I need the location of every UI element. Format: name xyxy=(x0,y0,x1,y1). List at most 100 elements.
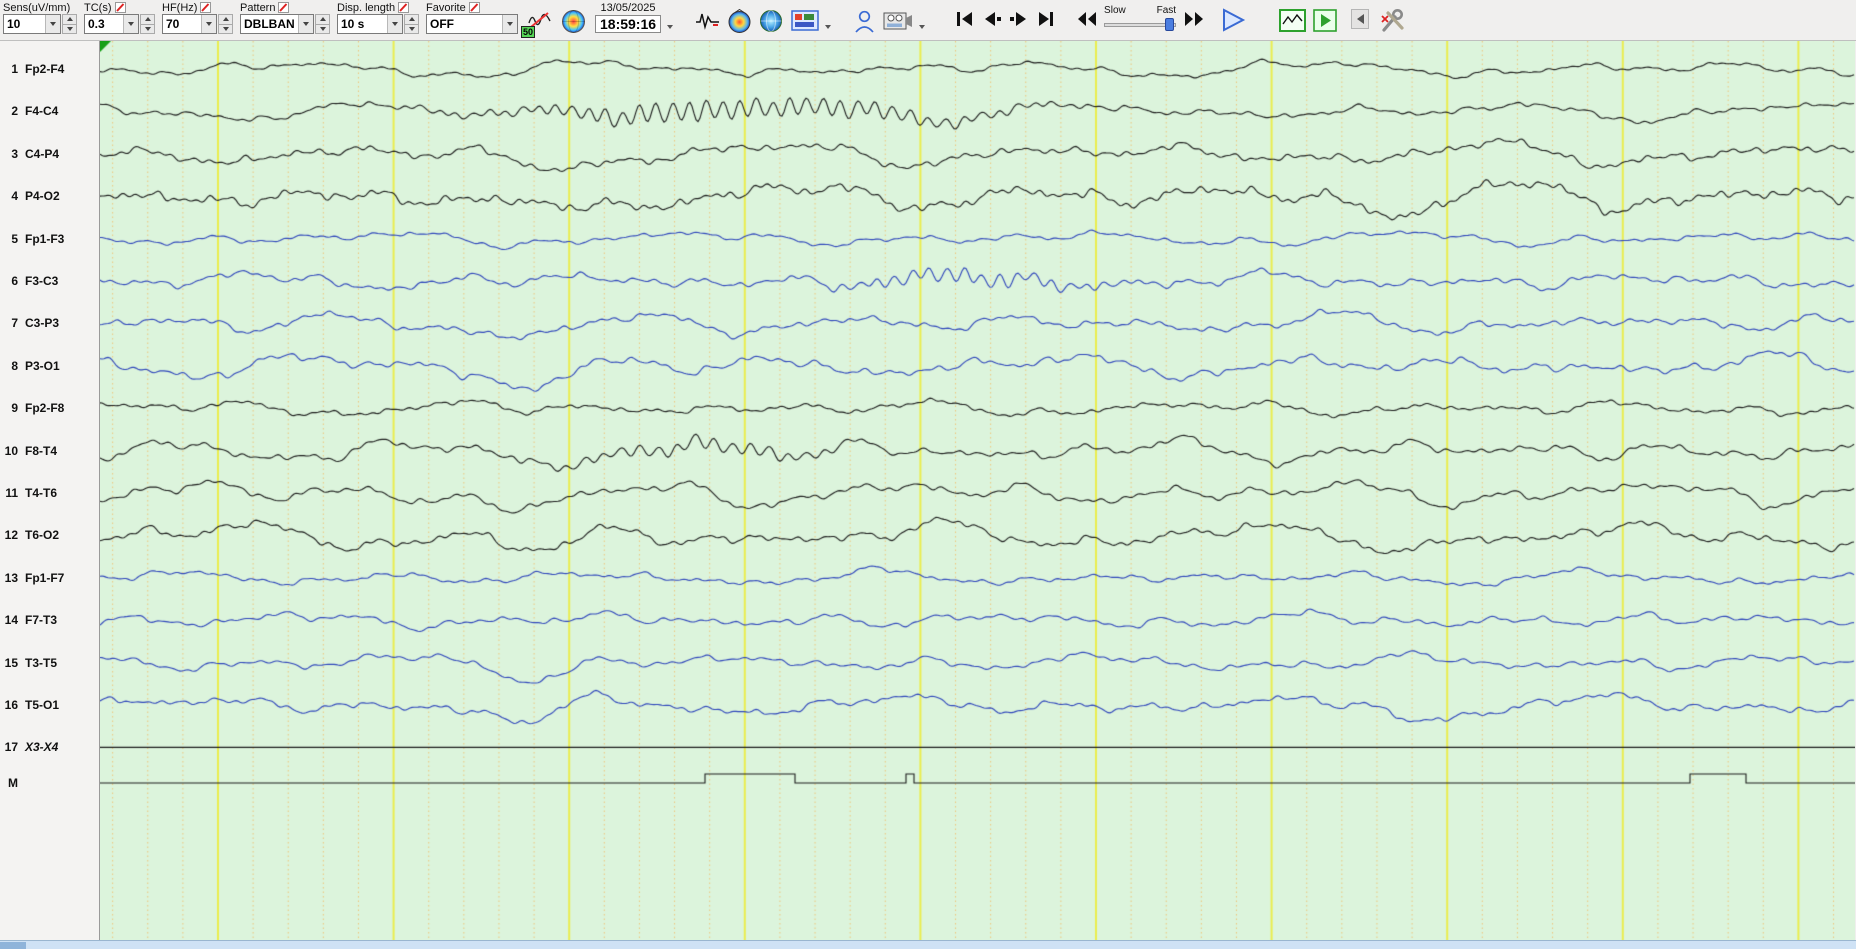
channel-row[interactable]: 1 Fp2-F4 xyxy=(0,61,100,77)
skip-to-end-button[interactable] xyxy=(1032,8,1059,30)
horizontal-scrollbar[interactable] xyxy=(0,940,1856,949)
channel-row[interactable]: M xyxy=(0,775,100,791)
channel-row[interactable]: 4 P4-O2 xyxy=(0,188,100,204)
single-trace-button[interactable] xyxy=(693,7,721,33)
spin-down-icon[interactable] xyxy=(62,24,77,34)
tc-label: TC(s) xyxy=(84,1,112,14)
skip-to-end-icon xyxy=(1038,12,1053,26)
channel-row[interactable]: 12 T6-O2 xyxy=(0,527,100,543)
channel-row[interactable]: 2 F4-C4 xyxy=(0,103,100,119)
pattern-select[interactable]: DBLBAN xyxy=(240,14,314,34)
channel-row[interactable]: 16 T5-O1 xyxy=(0,697,100,713)
sens-select[interactable]: 10 xyxy=(3,14,61,34)
overflow-arrow-icon[interactable] xyxy=(825,25,832,29)
spin-up-icon[interactable] xyxy=(140,14,155,25)
channel-row[interactable]: 5 Fp1-F3 xyxy=(0,231,100,247)
edit-icon[interactable] xyxy=(278,2,290,13)
globe-button[interactable] xyxy=(757,7,785,35)
skip-to-start-button[interactable] xyxy=(951,8,978,30)
head-map-button[interactable] xyxy=(559,7,587,35)
tc-spinner[interactable] xyxy=(140,14,155,34)
datetime-display: 13/05/2025 18:59:16 xyxy=(595,2,662,33)
chevron-down-icon[interactable] xyxy=(123,15,138,33)
trend-view-button[interactable] xyxy=(1277,7,1307,33)
channel-row[interactable]: 8 P3-O1 xyxy=(0,358,100,374)
channel-number: 3 xyxy=(11,146,18,161)
spin-up-icon[interactable] xyxy=(218,14,233,25)
notch-frequency-badge: 50 xyxy=(521,26,536,38)
favorite-select[interactable]: OFF xyxy=(426,14,518,34)
sens-control-group: Sens(uV/mm) 10 xyxy=(3,1,77,34)
tools-wrench-icon xyxy=(1381,9,1404,32)
montage-view-icon xyxy=(791,9,819,31)
channel-label: F3-C3 xyxy=(25,274,59,288)
montage-view-button[interactable] xyxy=(789,7,821,33)
overflow-arrow-icon[interactable] xyxy=(667,25,674,29)
spin-down-icon[interactable] xyxy=(218,24,233,34)
edit-icon[interactable] xyxy=(114,2,126,13)
channel-row[interactable]: 15 T3-T5 xyxy=(0,655,100,671)
fast-forward-button[interactable] xyxy=(1180,8,1207,30)
tc-select[interactable]: 0.3 xyxy=(84,14,139,34)
head-map-icon xyxy=(561,9,585,33)
previous-event-button[interactable] xyxy=(978,8,1005,30)
channel-row[interactable]: 10 F8-T4 xyxy=(0,443,100,459)
hf-select[interactable]: 70 xyxy=(162,14,217,34)
channel-row[interactable]: 11 T4-T6 xyxy=(0,485,100,501)
pattern-spinner[interactable] xyxy=(315,14,330,34)
spin-up-icon[interactable] xyxy=(315,14,330,25)
main-toolbar: Sens(uV/mm) 10 TC(s) 0.3 HF(Hz) 70 Patte… xyxy=(0,0,1856,41)
speed-slider[interactable] xyxy=(1104,18,1177,31)
next-event-button[interactable] xyxy=(1005,8,1032,30)
chevron-down-icon[interactable] xyxy=(201,15,216,33)
channel-row[interactable]: 3 C4-P4 xyxy=(0,146,100,162)
disp-length-spinner[interactable] xyxy=(404,14,419,34)
pattern-control-group: Pattern DBLBAN xyxy=(240,1,330,34)
spin-down-icon[interactable] xyxy=(315,24,330,34)
video-button[interactable] xyxy=(881,7,915,35)
chevron-down-icon[interactable] xyxy=(502,15,517,33)
edit-icon[interactable] xyxy=(398,2,410,13)
spin-up-icon[interactable] xyxy=(62,14,77,25)
sens-spinner[interactable] xyxy=(62,14,77,34)
spin-up-icon[interactable] xyxy=(404,14,419,25)
overflow-arrow-icon[interactable] xyxy=(919,25,926,29)
rewind-button[interactable] xyxy=(1073,8,1100,30)
speed-slider-group: Slow Fast xyxy=(1104,5,1177,31)
spin-down-icon[interactable] xyxy=(404,24,419,34)
chevron-down-icon[interactable] xyxy=(45,15,60,33)
patient-info-button[interactable] xyxy=(851,7,877,35)
chevron-down-icon[interactable] xyxy=(298,15,313,33)
channel-row[interactable]: 6 F3-C3 xyxy=(0,273,100,289)
eeg-trace-area[interactable] xyxy=(100,41,1855,940)
auto-scroll-button[interactable] xyxy=(1311,7,1339,33)
edit-icon[interactable] xyxy=(468,2,480,13)
previous-event-icon xyxy=(984,12,1001,26)
channel-label: Fp1-F3 xyxy=(25,231,65,246)
channel-row[interactable]: 7 C3-P3 xyxy=(0,315,100,331)
channel-row[interactable]: 13 Fp1-F7 xyxy=(0,570,100,586)
page-back-button[interactable] xyxy=(1351,9,1370,29)
channel-label: C4-P4 xyxy=(25,146,60,161)
transport-controls xyxy=(951,8,1059,30)
channel-number: 1 xyxy=(11,62,18,76)
spin-down-icon[interactable] xyxy=(140,24,155,34)
channel-row[interactable]: 14 F7-T3 xyxy=(0,612,100,628)
hf-spinner[interactable] xyxy=(218,14,233,34)
edit-icon[interactable] xyxy=(200,2,212,13)
channel-row[interactable]: 17 X3-X4 xyxy=(0,739,100,755)
chevron-down-icon[interactable] xyxy=(387,15,402,33)
slider-handle[interactable] xyxy=(1165,18,1175,31)
notch-filter-button[interactable]: 50 xyxy=(521,7,555,38)
channel-row[interactable]: 9 Fp2-F8 xyxy=(0,400,100,416)
tools-button[interactable] xyxy=(1377,7,1409,35)
play-button[interactable] xyxy=(1217,6,1249,34)
channel-label: Fp2-F8 xyxy=(25,401,65,416)
scrollbar-thumb[interactable] xyxy=(0,942,26,949)
disp-length-select[interactable]: 10 s xyxy=(337,14,403,34)
topo-map-button[interactable] xyxy=(725,7,753,35)
channel-number: 10 xyxy=(4,443,18,458)
channel-label: F8-T4 xyxy=(25,443,58,458)
channel-label: P3-O1 xyxy=(25,358,60,373)
channel-number: M xyxy=(8,776,18,790)
